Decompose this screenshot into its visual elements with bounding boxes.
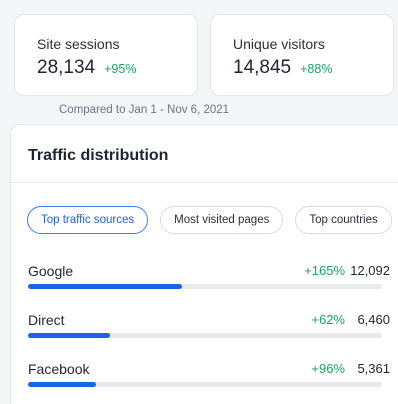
traffic-bar-track [28,333,382,338]
traffic-source-value: 6,460 [357,312,390,327]
site-sessions-label: Site sessions [37,36,120,52]
traffic-source-label: Google [28,263,74,279]
traffic-source-label: Facebook [28,361,90,377]
traffic-tabs: Top traffic sources Most visited pages T… [27,206,392,234]
traffic-distribution-panel: Traffic distribution Top traffic sources… [10,124,398,404]
unique-visitors-card[interactable]: Unique visitors 14,845 +88% [210,14,394,96]
traffic-row-google[interactable]: Google +165% 12,092 [28,263,390,293]
unique-visitors-value: 14,845 [233,57,292,78]
site-sessions-card[interactable]: Site sessions 28,134 +95% [14,14,198,96]
traffic-source-change: +62% [311,312,345,327]
traffic-source-label: Direct [28,312,65,328]
tab-top-traffic-sources[interactable]: Top traffic sources [27,206,149,234]
unique-visitors-change: +88% [300,62,333,76]
traffic-row-facebook[interactable]: Facebook +96% 5,361 [28,361,390,391]
traffic-bar-fill [28,284,183,289]
traffic-source-change: +165% [304,263,345,278]
site-sessions-value: 28,134 [37,57,96,78]
traffic-source-change: +96% [311,361,345,376]
traffic-bar-fill [28,382,97,387]
unique-visitors-metric: 14,845 +88% [233,57,332,79]
unique-visitors-label: Unique visitors [233,36,325,52]
traffic-bar-track [28,382,382,387]
panel-divider [11,182,398,183]
traffic-bar-fill [28,333,111,338]
site-sessions-change: +95% [104,62,137,76]
traffic-distribution-title: Traffic distribution [28,147,169,164]
traffic-row-direct[interactable]: Direct +62% 6,460 [28,312,390,342]
tab-top-countries[interactable]: Top countries [295,206,392,234]
tab-most-visited-pages[interactable]: Most visited pages [160,206,284,234]
traffic-source-value: 5,361 [357,361,390,376]
traffic-source-value: 12,092 [350,263,390,278]
traffic-bar-track [28,284,382,289]
comparison-note: Compared to Jan 1 - Nov 6, 2021 [59,104,230,116]
site-sessions-metric: 28,134 +95% [37,57,136,79]
